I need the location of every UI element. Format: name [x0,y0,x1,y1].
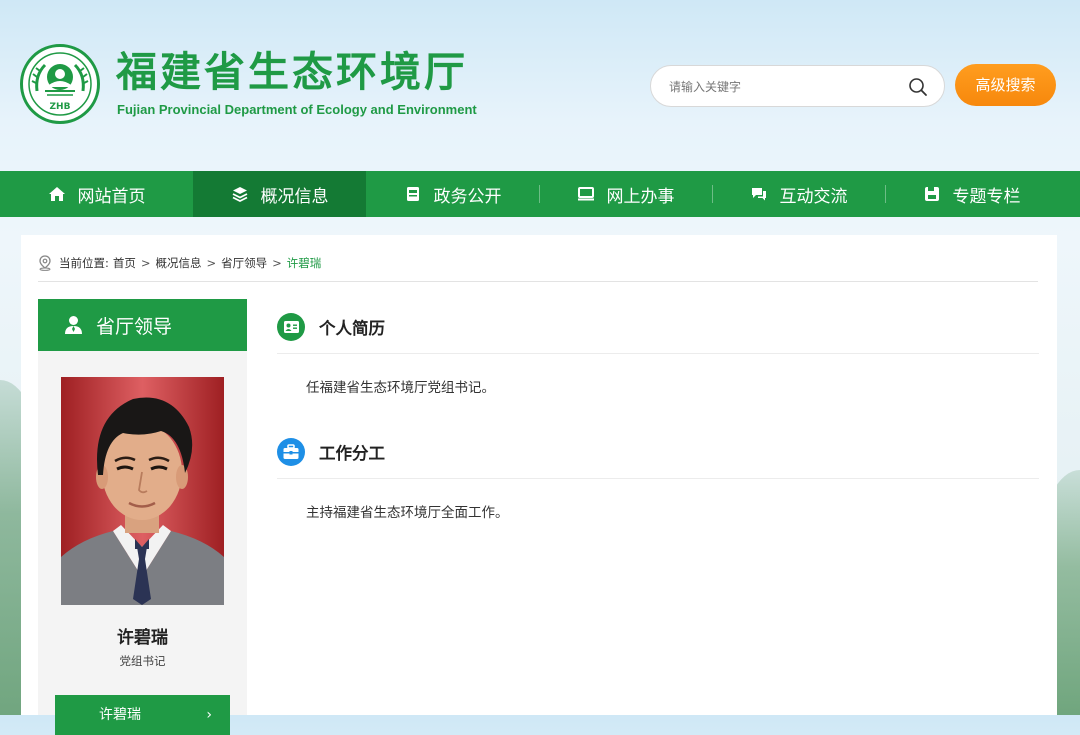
nav-label: 网站首页 [77,186,146,207]
save-icon [924,187,939,201]
section-text-duties: 主持福建省生态环境厅全面工作。 [306,505,509,521]
nav-item-special-topics[interactable]: 专题专栏 [885,171,1058,217]
site-subtitle: Fujian Provincial Department of Ecology … [117,102,477,117]
nav-label: 概况信息 [260,186,329,207]
section-text-resume: 任福建省生态环境厅党组书记。 [306,380,495,396]
search-box [650,65,945,107]
search-input[interactable] [667,76,901,98]
nav-item-online-services[interactable]: 网上办事 [539,171,712,217]
monitor-icon [577,187,594,201]
section-divider [277,353,1039,354]
breadcrumb-link-leaders[interactable]: 省厅领导 [221,255,267,271]
nav-label: 专题专栏 [952,186,1021,207]
section-header-resume: 个人简历 [277,313,385,341]
site-header: ZHB 福建省生态环境厅 Fujian Provincial Departmen… [0,0,1080,170]
leader-position: 党组书记 [119,654,166,668]
leader-menu-button[interactable]: 许碧瑞 › [55,695,230,735]
section-divider [277,478,1039,479]
leader-name: 许碧瑞 [117,628,168,648]
advanced-search-button[interactable]: 高级搜索 [955,64,1056,106]
breadcrumb: 当前位置: 首页 > 概况信息 > 省厅领导 > 许碧瑞 [38,253,321,273]
chevron-right-icon: › [206,707,212,723]
home-icon [48,187,65,201]
breadcrumb-current: 许碧瑞 [286,256,322,270]
section-title-resume: 个人简历 [319,319,385,338]
nav-item-home[interactable]: 网站首页 [0,171,193,217]
breadcrumb-link-home[interactable]: 首页 [113,255,136,271]
search-icon[interactable] [908,77,928,97]
resume-icon [277,313,305,341]
nav-label: 互动交流 [779,186,848,207]
breadcrumb-prefix: 当前位置: [59,256,109,270]
section-header-duties: 工作分工 [277,438,385,466]
site-title[interactable]: 福建省生态环境厅 [116,46,468,98]
nav-item-overview[interactable]: 概况信息 [193,171,366,217]
breadcrumb-link-overview[interactable]: 概况信息 [156,255,202,271]
breadcrumb-separator: > [140,256,151,270]
department-logo[interactable]: ZHB [20,44,100,124]
leader-portrait-photo [61,377,224,605]
layers-icon [232,187,247,203]
leader-sidebar: 省厅领导 许碧瑞 党组书记 许碧瑞 › [38,299,247,735]
briefcase-icon [277,438,305,466]
nav-item-interaction[interactable]: 互动交流 [712,171,885,217]
breadcrumb-divider [38,281,1038,282]
nav-item-government-affairs[interactable]: 政务公开 [366,171,539,217]
logo-text: ZHB [50,102,71,112]
sidebar-header: 省厅领导 [38,299,247,351]
section-title-duties: 工作分工 [319,444,385,463]
location-pin-icon [39,255,51,271]
nav-label: 网上办事 [606,186,675,207]
content-panel: 当前位置: 首页 > 概况信息 > 省厅领导 > 许碧瑞 省厅领导 许碧瑞 党组… [21,235,1057,735]
person-icon [65,316,82,334]
chat-icon [751,188,766,201]
main-nav: 网站首页 概况信息 政务公开 网上办事 互动交流 专题专栏 [0,171,1080,217]
breadcrumb-separator: > [206,256,217,270]
logo-emblem-icon: ZHB [28,52,92,116]
breadcrumb-separator: > [272,256,282,270]
nav-label: 政务公开 [433,186,502,207]
document-icon [406,187,419,201]
leader-menu-label: 许碧瑞 [99,707,141,723]
sidebar-header-title: 省厅领导 [96,315,173,338]
